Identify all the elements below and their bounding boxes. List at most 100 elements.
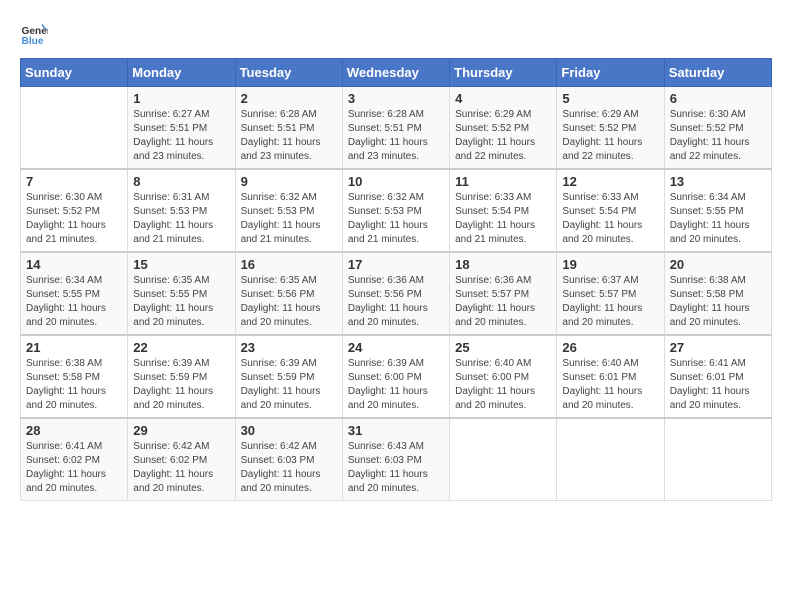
calendar-cell: 3 Sunrise: 6:28 AM Sunset: 5:51 PM Daylig… [342, 87, 449, 170]
day-number: 26 [562, 340, 658, 355]
calendar-cell: 16Sunrise: 6:35 AM Sunset: 5:56 PM Dayli… [235, 252, 342, 335]
day-number: 24 [348, 340, 444, 355]
day-info: Sunrise: 6:43 AM Sunset: 6:03 PM Dayligh… [348, 440, 444, 496]
day-info: Sunrise: 6:30 AM Sunset: 5:52 PM Dayligh… [26, 191, 122, 247]
day-number: 21 [26, 340, 122, 355]
day-number: 6 [670, 91, 766, 106]
day-info: Sunrise: 6:34 AM Sunset: 5:55 PM Dayligh… [26, 274, 122, 330]
day-number: 8 [133, 174, 229, 189]
day-info: Sunrise: 6:35 AM Sunset: 5:56 PM Dayligh… [241, 274, 337, 330]
calendar-cell: 13 Sunrise: 6:34 AM Sunset: 5:55 PM Dayli… [664, 169, 771, 252]
day-number: 25 [455, 340, 551, 355]
day-info: Sunrise: 6:41 AM Sunset: 6:02 PM Dayligh… [26, 440, 122, 496]
day-number: 29 [133, 423, 229, 438]
day-info: Sunrise: 6:36 AM Sunset: 5:57 PM Dayligh… [455, 274, 551, 330]
day-number: 11 [455, 174, 551, 189]
day-info: Sunrise: 6:38 AM Sunset: 5:58 PM Dayligh… [26, 357, 122, 413]
day-info: Sunrise: 6:32 AM Sunset: 5:53 PM Dayligh… [241, 191, 337, 247]
calendar-cell: 28 Sunrise: 6:41 AM Sunset: 6:02 PM Dayli… [21, 418, 128, 501]
calendar-cell: 1 Sunrise: 6:27 AM Sunset: 5:51 PM Daylig… [128, 87, 235, 170]
header-day-wednesday: Wednesday [342, 59, 449, 87]
day-number: 19 [562, 257, 658, 272]
calendar-cell: 29Sunrise: 6:42 AM Sunset: 6:02 PM Dayli… [128, 418, 235, 501]
calendar-cell: 30 Sunrise: 6:42 AM Sunset: 6:03 PM Dayli… [235, 418, 342, 501]
day-info: Sunrise: 6:30 AM Sunset: 5:52 PM Dayligh… [670, 108, 766, 164]
calendar-cell: 27 Sunrise: 6:41 AM Sunset: 6:01 PM Dayli… [664, 335, 771, 418]
week-row-3: 14 Sunrise: 6:34 AM Sunset: 5:55 PM Dayli… [21, 252, 772, 335]
day-info: Sunrise: 6:34 AM Sunset: 5:55 PM Dayligh… [670, 191, 766, 247]
day-number: 4 [455, 91, 551, 106]
day-number: 13 [670, 174, 766, 189]
header-day-tuesday: Tuesday [235, 59, 342, 87]
calendar-cell: 11Sunrise: 6:33 AM Sunset: 5:54 PM Dayli… [450, 169, 557, 252]
calendar-cell: 15 Sunrise: 6:35 AM Sunset: 5:55 PM Dayli… [128, 252, 235, 335]
calendar-cell: 7 Sunrise: 6:30 AM Sunset: 5:52 PM Daylig… [21, 169, 128, 252]
day-info: Sunrise: 6:31 AM Sunset: 5:53 PM Dayligh… [133, 191, 229, 247]
calendar-cell [21, 87, 128, 170]
calendar-cell: 6 Sunrise: 6:30 AM Sunset: 5:52 PM Daylig… [664, 87, 771, 170]
day-info: Sunrise: 6:39 AM Sunset: 5:59 PM Dayligh… [133, 357, 229, 413]
day-number: 5 [562, 91, 658, 106]
day-number: 7 [26, 174, 122, 189]
day-number: 31 [348, 423, 444, 438]
day-number: 10 [348, 174, 444, 189]
header-day-sunday: Sunday [21, 59, 128, 87]
day-number: 9 [241, 174, 337, 189]
day-info: Sunrise: 6:42 AM Sunset: 6:03 PM Dayligh… [241, 440, 337, 496]
calendar-cell: 10 Sunrise: 6:32 AM Sunset: 5:53 PM Dayli… [342, 169, 449, 252]
header-day-saturday: Saturday [664, 59, 771, 87]
day-number: 23 [241, 340, 337, 355]
day-info: Sunrise: 6:32 AM Sunset: 5:53 PM Dayligh… [348, 191, 444, 247]
logo-icon: General Blue [20, 20, 48, 48]
day-number: 20 [670, 257, 766, 272]
day-number: 15 [133, 257, 229, 272]
day-number: 18 [455, 257, 551, 272]
day-number: 22 [133, 340, 229, 355]
logo: General Blue [20, 20, 52, 48]
header-row: SundayMondayTuesdayWednesdayThursdayFrid… [21, 59, 772, 87]
day-info: Sunrise: 6:41 AM Sunset: 6:01 PM Dayligh… [670, 357, 766, 413]
day-info: Sunrise: 6:33 AM Sunset: 5:54 PM Dayligh… [562, 191, 658, 247]
day-number: 27 [670, 340, 766, 355]
week-row-1: 1 Sunrise: 6:27 AM Sunset: 5:51 PM Daylig… [21, 87, 772, 170]
day-number: 14 [26, 257, 122, 272]
week-row-2: 7 Sunrise: 6:30 AM Sunset: 5:52 PM Daylig… [21, 169, 772, 252]
day-info: Sunrise: 6:28 AM Sunset: 5:51 PM Dayligh… [348, 108, 444, 164]
calendar-cell: 21 Sunrise: 6:38 AM Sunset: 5:58 PM Dayli… [21, 335, 128, 418]
week-row-5: 28 Sunrise: 6:41 AM Sunset: 6:02 PM Dayli… [21, 418, 772, 501]
svg-text:Blue: Blue [22, 36, 44, 47]
calendar-cell: 31 Sunrise: 6:43 AM Sunset: 6:03 PM Dayli… [342, 418, 449, 501]
calendar-cell: 17Sunrise: 6:36 AM Sunset: 5:56 PM Dayli… [342, 252, 449, 335]
calendar-cell: 24 Sunrise: 6:39 AM Sunset: 6:00 PM Dayli… [342, 335, 449, 418]
calendar-cell: 19Sunrise: 6:37 AM Sunset: 5:57 PM Dayli… [557, 252, 664, 335]
calendar-cell: 9 Sunrise: 6:32 AM Sunset: 5:53 PM Daylig… [235, 169, 342, 252]
calendar-cell: 25Sunrise: 6:40 AM Sunset: 6:00 PM Dayli… [450, 335, 557, 418]
calendar-cell: 22 Sunrise: 6:39 AM Sunset: 5:59 PM Dayli… [128, 335, 235, 418]
day-number: 2 [241, 91, 337, 106]
calendar-cell [450, 418, 557, 501]
calendar-cell [664, 418, 771, 501]
calendar-cell: 8 Sunrise: 6:31 AM Sunset: 5:53 PM Daylig… [128, 169, 235, 252]
day-info: Sunrise: 6:27 AM Sunset: 5:51 PM Dayligh… [133, 108, 229, 164]
day-info: Sunrise: 6:29 AM Sunset: 5:52 PM Dayligh… [562, 108, 658, 164]
header-day-friday: Friday [557, 59, 664, 87]
day-info: Sunrise: 6:29 AM Sunset: 5:52 PM Dayligh… [455, 108, 551, 164]
day-number: 1 [133, 91, 229, 106]
calendar-cell: 5 Sunrise: 6:29 AM Sunset: 5:52 PM Daylig… [557, 87, 664, 170]
calendar-cell: 26 Sunrise: 6:40 AM Sunset: 6:01 PM Dayli… [557, 335, 664, 418]
calendar-cell: 18 Sunrise: 6:36 AM Sunset: 5:57 PM Dayli… [450, 252, 557, 335]
calendar-cell: 4 Sunrise: 6:29 AM Sunset: 5:52 PM Daylig… [450, 87, 557, 170]
calendar-cell [557, 418, 664, 501]
day-number: 3 [348, 91, 444, 106]
calendar-cell: 2Sunrise: 6:28 AM Sunset: 5:51 PM Daylig… [235, 87, 342, 170]
calendar-cell: 12Sunrise: 6:33 AM Sunset: 5:54 PM Dayli… [557, 169, 664, 252]
calendar-cell: 23Sunrise: 6:39 AM Sunset: 5:59 PM Dayli… [235, 335, 342, 418]
page-header: General Blue [20, 20, 772, 48]
day-info: Sunrise: 6:39 AM Sunset: 6:00 PM Dayligh… [348, 357, 444, 413]
day-info: Sunrise: 6:40 AM Sunset: 6:01 PM Dayligh… [562, 357, 658, 413]
day-number: 28 [26, 423, 122, 438]
header-day-thursday: Thursday [450, 59, 557, 87]
day-info: Sunrise: 6:35 AM Sunset: 5:55 PM Dayligh… [133, 274, 229, 330]
day-number: 30 [241, 423, 337, 438]
calendar-table: SundayMondayTuesdayWednesdayThursdayFrid… [20, 58, 772, 501]
